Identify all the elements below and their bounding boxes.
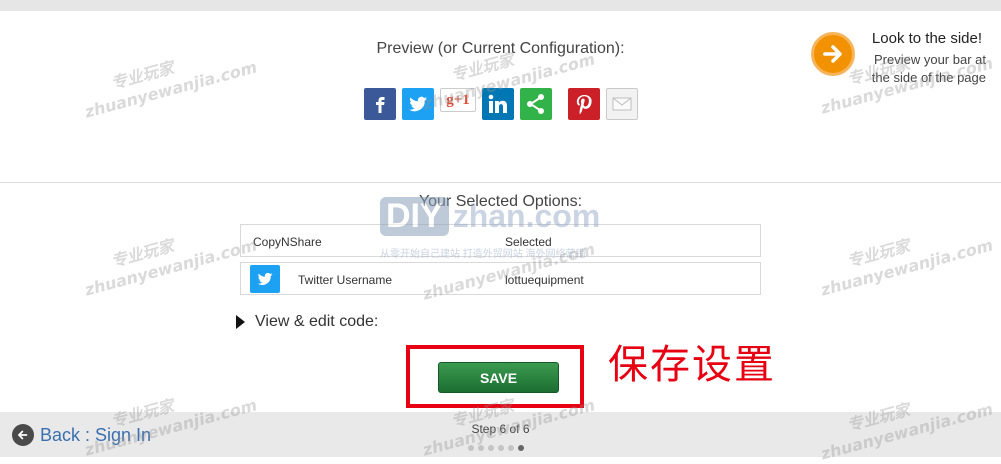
arrow-right-icon[interactable] bbox=[811, 32, 855, 76]
watermark-brand: 专业玩家 bbox=[109, 57, 176, 93]
side-hint-title: Look to the side! bbox=[871, 30, 982, 47]
top-bar bbox=[0, 0, 1001, 11]
watermark-site: zhuanyewanjia.com bbox=[82, 235, 259, 300]
save-button[interactable]: SAVE bbox=[438, 362, 559, 393]
watermark-site: zhuanyewanjia.com bbox=[818, 235, 995, 300]
step-dot[interactable] bbox=[488, 445, 494, 451]
email-icon[interactable] bbox=[606, 88, 638, 120]
step-dot[interactable] bbox=[508, 445, 514, 451]
share-preview-bar: g+1 bbox=[364, 88, 638, 122]
side-hint-subtitle: Preview your bar at the side of the page bbox=[871, 52, 986, 85]
step-indicator: Step 6 of 6 bbox=[471, 422, 530, 436]
view-edit-code-label: View & edit code: bbox=[255, 313, 379, 330]
caret-right-icon bbox=[236, 315, 245, 329]
side-preview-hint[interactable]: Look to the side! Preview your bar at th… bbox=[808, 30, 998, 90]
twitter-icon[interactable] bbox=[402, 88, 434, 120]
option-value: lottuequipment bbox=[505, 273, 584, 287]
option-value: Selected bbox=[505, 235, 552, 249]
option-label: CopyNShare bbox=[253, 235, 322, 249]
linkedin-icon[interactable] bbox=[482, 88, 514, 120]
view-edit-code-toggle[interactable]: View & edit code: bbox=[236, 313, 378, 331]
step-dot[interactable] bbox=[468, 445, 474, 451]
wizard-footer: Back : Sign In Step 6 of 6 bbox=[0, 412, 1001, 457]
step-dot[interactable] bbox=[498, 445, 504, 451]
watermark-site: zhuanyewanjia.com bbox=[82, 57, 259, 122]
option-label: Twitter Username bbox=[298, 273, 393, 287]
selected-options-title: Your Selected Options: bbox=[418, 193, 583, 210]
step-dot-active[interactable] bbox=[518, 445, 524, 451]
share-icon[interactable] bbox=[520, 88, 552, 120]
option-row-twitter-username: Twitter Username lottuequipment bbox=[240, 262, 761, 295]
pinterest-icon[interactable] bbox=[568, 88, 600, 120]
step-dot[interactable] bbox=[478, 445, 484, 451]
twitter-icon bbox=[250, 265, 280, 293]
option-row-copynshare: CopyNShare Selected bbox=[240, 224, 761, 257]
step-dots bbox=[468, 445, 524, 451]
watermark-brand: 专业玩家 bbox=[845, 235, 912, 271]
google-plus-icon[interactable]: g+1 bbox=[440, 88, 476, 112]
annotation-text: 保存设置 bbox=[608, 342, 776, 388]
facebook-icon[interactable] bbox=[364, 88, 396, 120]
watermark-brand: 专业玩家 bbox=[109, 235, 176, 271]
section-divider bbox=[0, 182, 1001, 183]
